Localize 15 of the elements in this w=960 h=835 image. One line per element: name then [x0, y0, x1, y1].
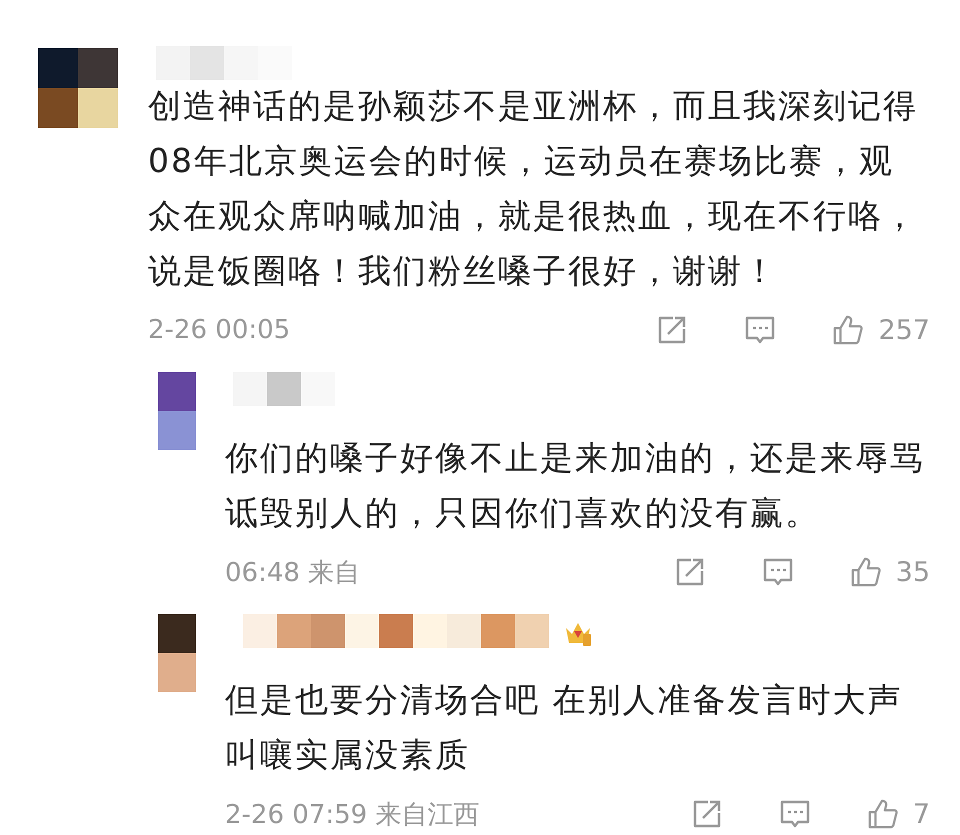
comment-text: 但是也要分清场合吧 在别人准备发言时大声 叫嚷实属没素质 — [225, 679, 904, 776]
comment-text: 你们的嗓子好像不止是来加油的，还是来辱骂 诋毁别人的，只因你们喜欢的没有赢。 — [225, 437, 926, 534]
thumbs-up-icon[interactable] — [866, 798, 899, 830]
like-count: 7 — [912, 798, 930, 830]
thumbs-up-icon[interactable] — [850, 556, 882, 588]
thumbs-up-icon[interactable] — [832, 314, 864, 346]
comment-icon[interactable] — [744, 314, 776, 346]
like-count: 35 — [896, 556, 930, 588]
comment-icon[interactable] — [778, 798, 811, 830]
comment-time: 2-26 00:05 — [148, 315, 290, 345]
comment-text: 创造神话的是孙颖莎不是亚洲杯，而且我深刻记得 08年北京奥运会的时候，运动员在赛场比赛，观 众在观众席呐喊加油，就是很热血，现在不行咯， 说是饭圈咯！我们粉丝嗓子很好，谢谢！ — [148, 85, 919, 292]
comment-time: 06:48 来自 — [225, 556, 360, 590]
like-count: 257 — [878, 314, 930, 346]
comment-time: 2-26 07:59 来自江西 — [225, 798, 480, 832]
comment-icon[interactable] — [762, 556, 794, 588]
